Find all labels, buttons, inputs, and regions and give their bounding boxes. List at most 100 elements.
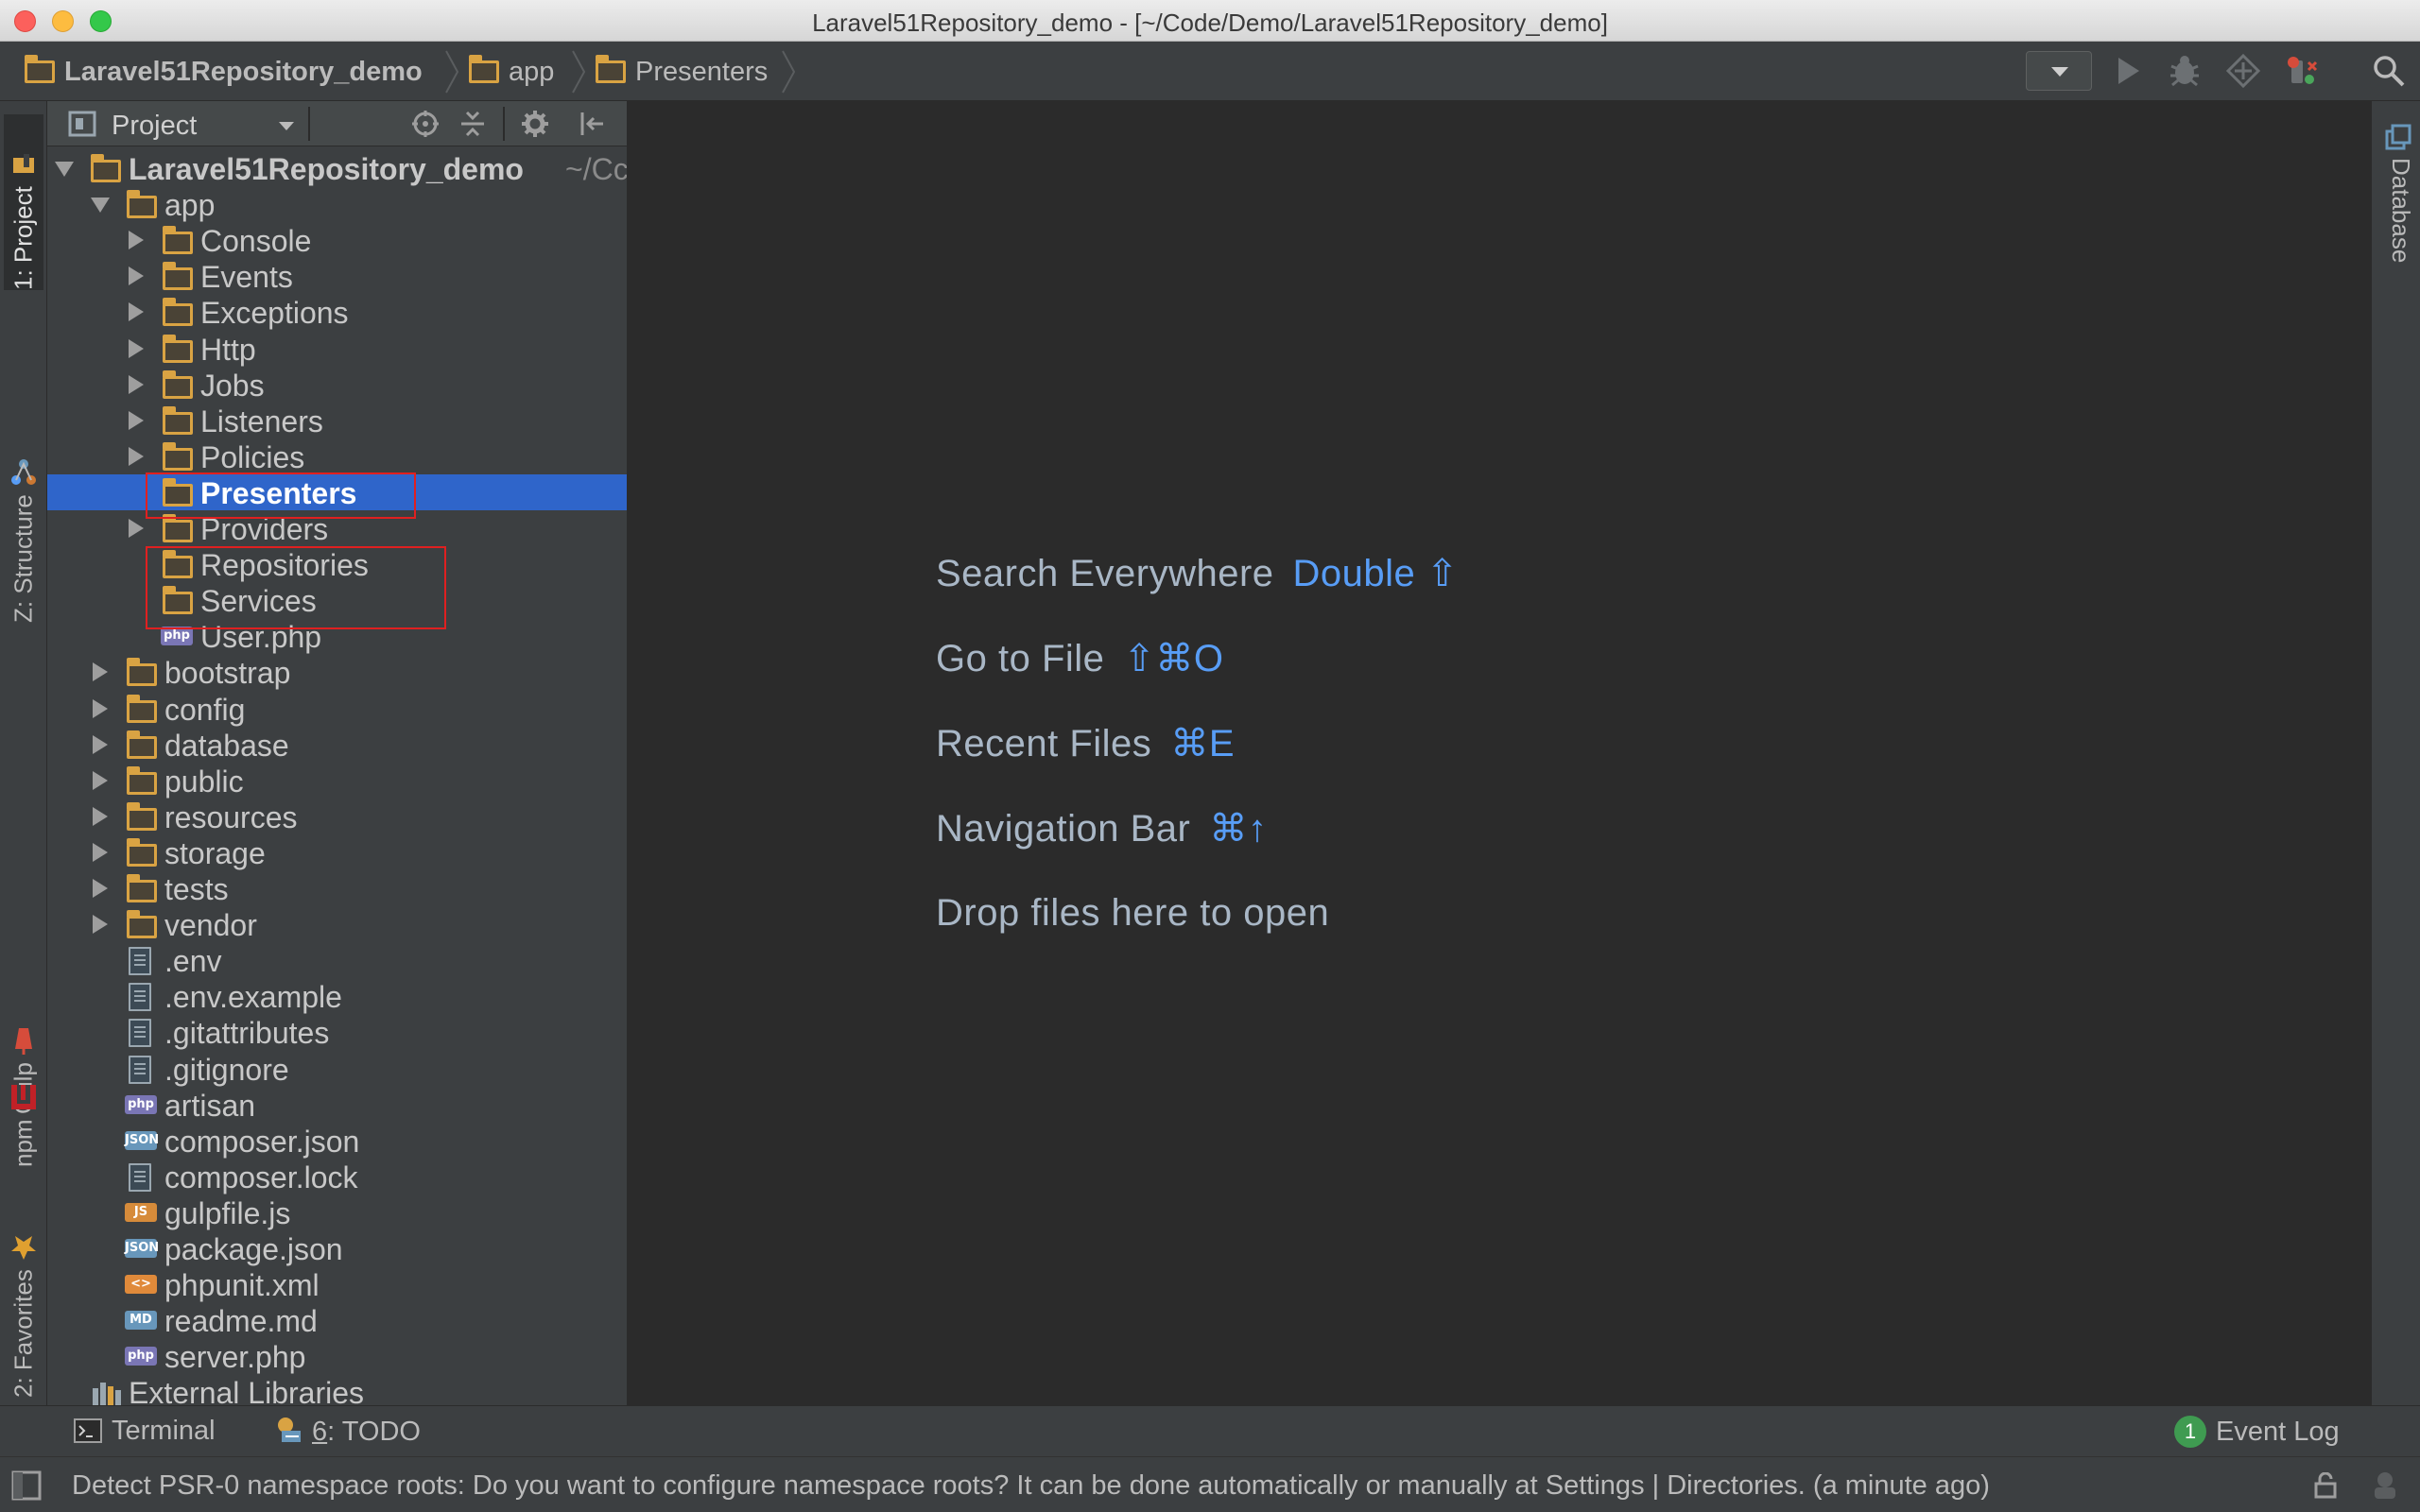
- folder-icon: [127, 802, 157, 831]
- text-file-icon: [129, 1056, 151, 1084]
- text-file-icon: [129, 983, 151, 1011]
- hint-label: Go to File: [936, 638, 1105, 679]
- inspector-icon[interactable]: [2369, 1469, 2401, 1501]
- tree-file-row[interactable]: MD readme.md: [47, 1302, 627, 1338]
- lock-icon[interactable]: [2312, 1472, 2339, 1499]
- tree-folder-row[interactable]: tests: [47, 870, 627, 906]
- tree-item-label: Http: [200, 333, 256, 367]
- hint-shortcut: Double ⇧: [1292, 553, 1459, 594]
- library-icon: [91, 1381, 123, 1405]
- tree-folder-row[interactable]: Events: [47, 258, 627, 294]
- structure-icon: [11, 459, 36, 486]
- tree-folder-row[interactable]: bootstrap: [47, 654, 627, 690]
- tab-todo[interactable]: 6: TODO: [274, 1416, 421, 1448]
- expand-arrow-right-icon[interactable]: [93, 915, 108, 934]
- breadcrumb-project[interactable]: Laravel51Repository_demo: [25, 55, 423, 89]
- tree-folder-row[interactable]: Exceptions: [47, 294, 627, 330]
- tree-folder-row[interactable]: Laravel51Repository_demo ~/Cc: [47, 150, 627, 186]
- hint-label: Recent Files: [936, 723, 1152, 765]
- tree-file-row[interactable]: php artisan: [47, 1087, 627, 1123]
- expand-arrow-right-icon[interactable]: [93, 699, 108, 718]
- tree-file-row[interactable]: .gitignore: [47, 1051, 627, 1087]
- expand-arrow-right-icon[interactable]: [129, 411, 144, 430]
- breadcrumb-label: Presenters: [635, 56, 769, 87]
- tree-library-row[interactable]: External Libraries: [47, 1374, 627, 1405]
- hint-recent-files: Recent Files ⌘E: [936, 722, 1235, 765]
- expand-arrow-right-icon[interactable]: [93, 843, 108, 862]
- breadcrumb-label: app: [509, 56, 555, 87]
- php-file-icon: php: [125, 1347, 157, 1366]
- tab-terminal[interactable]: Terminal: [74, 1416, 216, 1447]
- gear-icon[interactable]: [520, 109, 550, 139]
- expand-arrow-right-icon[interactable]: [129, 339, 144, 358]
- expand-arrow-right-icon[interactable]: [129, 447, 144, 466]
- scroll-from-source-icon[interactable]: [410, 109, 441, 139]
- tree-file-row[interactable]: .gitattributes: [47, 1014, 627, 1050]
- database-icon: [2385, 124, 2411, 150]
- breadcrumb-separator-icon: [782, 50, 796, 94]
- search-icon[interactable]: [2371, 53, 2407, 89]
- toggle-tool-windows-icon[interactable]: [11, 1470, 42, 1501]
- hide-panel-icon[interactable]: [577, 109, 607, 139]
- tree-item-label: vendor: [164, 908, 257, 942]
- expand-arrow-right-icon[interactable]: [129, 375, 144, 394]
- expand-arrow-down-icon[interactable]: [55, 162, 74, 177]
- tree-folder-row[interactable]: Listeners: [47, 403, 627, 438]
- tab-structure[interactable]: Z: Structure: [4, 324, 43, 623]
- tree-folder-row[interactable]: storage: [47, 834, 627, 870]
- collapse-all-icon[interactable]: [458, 109, 488, 139]
- expand-arrow-right-icon[interactable]: [93, 735, 108, 754]
- expand-arrow-right-icon[interactable]: [93, 807, 108, 826]
- coverage-icon[interactable]: [2225, 53, 2261, 89]
- debug-icon[interactable]: [2167, 53, 2203, 89]
- expand-arrow-right-icon[interactable]: [129, 302, 144, 321]
- tree-file-row[interactable]: .env.example: [47, 978, 627, 1014]
- tab-npm[interactable]: npm: [4, 1050, 43, 1167]
- tree-folder-row[interactable]: resources: [47, 799, 627, 834]
- tree-folder-row[interactable]: Console: [47, 222, 627, 258]
- tree-file-row[interactable]: .env: [47, 942, 627, 978]
- tree-item-label: app: [164, 188, 216, 222]
- tree-folder-row[interactable]: config: [47, 691, 627, 727]
- tab-database[interactable]: Database: [2377, 158, 2415, 263]
- status-message[interactable]: Detect PSR-0 namespace roots: Do you wan…: [72, 1470, 1990, 1502]
- breadcrumb-app[interactable]: app: [469, 55, 554, 89]
- tree-file-row[interactable]: composer.lock: [47, 1159, 627, 1194]
- js-file-icon: JS: [125, 1203, 157, 1222]
- tree-item-label: Events: [200, 260, 293, 294]
- tree-folder-row[interactable]: app: [47, 186, 627, 222]
- tree-file-row[interactable]: JS gulpfile.js: [47, 1194, 627, 1230]
- hint-search-everywhere: Search Everywhere Double ⇧: [936, 552, 1459, 595]
- tab-favorites[interactable]: 2: Favorites: [4, 1188, 43, 1398]
- expand-arrow-right-icon[interactable]: [93, 771, 108, 790]
- run-icon[interactable]: [2110, 53, 2146, 89]
- expand-arrow-down-icon[interactable]: [91, 198, 110, 213]
- expand-arrow-right-icon[interactable]: [129, 266, 144, 285]
- chevron-down-icon[interactable]: [279, 122, 294, 130]
- tree-file-row[interactable]: JSON package.json: [47, 1230, 627, 1266]
- project-view-selector[interactable]: Project: [112, 111, 197, 142]
- expand-arrow-right-icon[interactable]: [129, 231, 144, 249]
- tree-file-row[interactable]: <> phpunit.xml: [47, 1266, 627, 1302]
- expand-arrow-right-icon[interactable]: [129, 519, 144, 538]
- tab-event-log[interactable]: 1 Event Log: [2174, 1416, 2340, 1448]
- expand-arrow-right-icon[interactable]: [93, 662, 108, 681]
- run-configuration-dropdown[interactable]: [2026, 51, 2092, 91]
- folder-icon: [163, 370, 193, 399]
- tree-folder-row[interactable]: Http: [47, 331, 627, 367]
- breadcrumb-presenters[interactable]: Presenters: [596, 55, 768, 89]
- tree-folder-row[interactable]: Jobs: [47, 367, 627, 403]
- tree-file-row[interactable]: JSON composer.json: [47, 1123, 627, 1159]
- tab-npm-label: npm: [9, 1119, 38, 1167]
- tab-project[interactable]: 1: Project: [4, 114, 43, 290]
- highlight-box-presenters: [146, 472, 416, 519]
- tree-folder-row[interactable]: public: [47, 763, 627, 799]
- tree-folder-row[interactable]: vendor: [47, 906, 627, 942]
- editor-empty-area[interactable]: Search Everywhere Double ⇧ Go to File ⇧⌘O …: [628, 101, 2371, 1405]
- tree-folder-row[interactable]: Policies: [47, 438, 627, 474]
- tree-file-row[interactable]: php server.php: [47, 1338, 627, 1374]
- expand-arrow-right-icon[interactable]: [93, 879, 108, 898]
- folder-icon: [127, 190, 157, 218]
- php-debug-listener-icon[interactable]: [2284, 53, 2320, 89]
- tree-folder-row[interactable]: database: [47, 727, 627, 763]
